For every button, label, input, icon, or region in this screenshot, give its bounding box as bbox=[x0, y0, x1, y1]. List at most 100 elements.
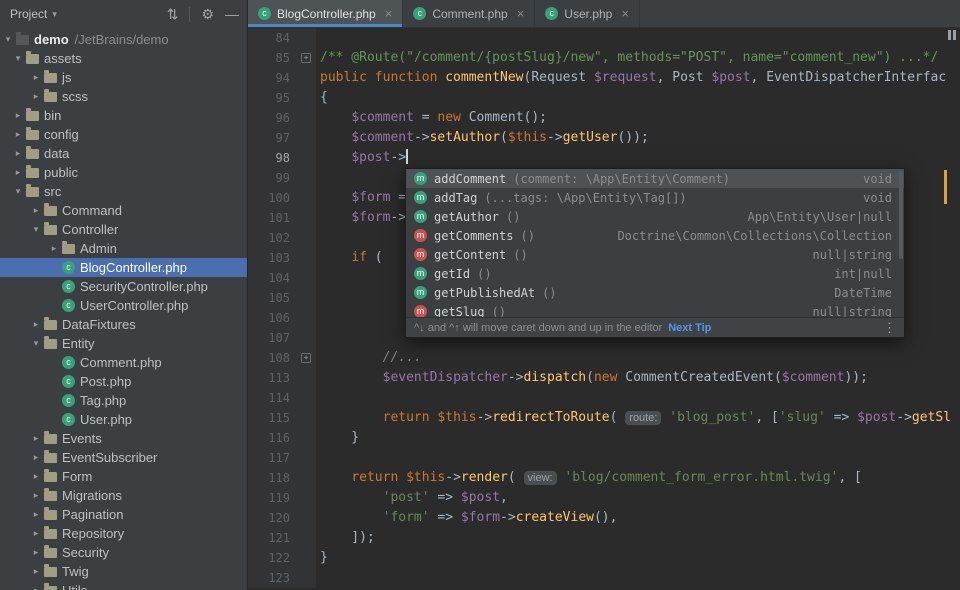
chevron-right-icon[interactable]: ▸ bbox=[28, 467, 44, 486]
code-line-123[interactable]: 123 bbox=[248, 568, 960, 588]
tab-user-php[interactable]: c User.php × bbox=[535, 0, 640, 27]
line-number[interactable]: 121 bbox=[248, 528, 298, 548]
tree-item-utils[interactable]: ▸ Utils bbox=[0, 581, 247, 590]
tree-item-security[interactable]: ▸ Security bbox=[0, 543, 247, 562]
tree-item-post-php[interactable]: c Post.php bbox=[0, 372, 247, 391]
code-line-113[interactable]: 113 $eventDispatcher->dispatch(new Comme… bbox=[248, 368, 960, 388]
code-line-121[interactable]: 121 ]); bbox=[248, 528, 960, 548]
more-options-icon[interactable]: ⋮ bbox=[883, 320, 896, 336]
tree-item-demo[interactable]: ▾ demo/JetBrains/demo bbox=[0, 30, 247, 49]
close-icon[interactable]: × bbox=[621, 6, 629, 21]
line-number[interactable]: 107 bbox=[248, 328, 298, 348]
line-number[interactable]: 101 bbox=[248, 208, 298, 228]
chevron-right-icon[interactable]: ▸ bbox=[28, 543, 44, 562]
line-number[interactable]: 118 bbox=[248, 468, 298, 488]
completion-item-getslug[interactable]: m getSlug () null|string bbox=[406, 302, 904, 317]
project-tree[interactable]: ▾ demo/JetBrains/demo ▾ assets ▸ js ▸ scss ▸ bin ▸… bbox=[0, 28, 247, 590]
code-line-97[interactable]: 97 $comment->setAuthor($this->getUser())… bbox=[248, 128, 960, 148]
code-line-117[interactable]: 117 bbox=[248, 448, 960, 468]
code-line-114[interactable]: 114 bbox=[248, 388, 960, 408]
line-number[interactable]: 84 bbox=[248, 28, 298, 48]
pause-indicator-icon[interactable] bbox=[948, 30, 956, 40]
completion-item-getid[interactable]: m getId () int|null bbox=[406, 264, 904, 283]
code-line-119[interactable]: 119 'post' => $post, bbox=[248, 488, 960, 508]
chevron-right-icon[interactable]: ▸ bbox=[28, 486, 44, 505]
tree-item-bin[interactable]: ▸ bin bbox=[0, 106, 247, 125]
hide-panel-icon[interactable]: — bbox=[225, 7, 239, 21]
tree-item-entity[interactable]: ▾ Entity bbox=[0, 334, 247, 353]
chevron-down-icon[interactable]: ▾ bbox=[10, 49, 26, 68]
code-line-122[interactable]: 122} bbox=[248, 548, 960, 568]
chevron-right-icon[interactable]: ▸ bbox=[28, 429, 44, 448]
line-number[interactable]: 115 bbox=[248, 408, 298, 428]
chevron-right-icon[interactable]: ▸ bbox=[28, 505, 44, 524]
code-line-120[interactable]: 120 'form' => $form->createView(), bbox=[248, 508, 960, 528]
line-number[interactable]: 95 bbox=[248, 88, 298, 108]
chevron-right-icon[interactable]: ▸ bbox=[28, 448, 44, 467]
completion-item-addtag[interactable]: m addTag (...tags: \App\Entity\Tag[]) void bbox=[406, 188, 904, 207]
tree-item-eventsubscriber[interactable]: ▸ EventSubscriber bbox=[0, 448, 247, 467]
completion-item-getcontent[interactable]: m getContent () null|string bbox=[406, 245, 904, 264]
line-number[interactable]: 100 bbox=[248, 188, 298, 208]
code-line-95[interactable]: 95 { bbox=[248, 88, 960, 108]
tree-item-datafixtures[interactable]: ▸ DataFixtures bbox=[0, 315, 247, 334]
line-number[interactable]: 106 bbox=[248, 308, 298, 328]
chevron-right-icon[interactable]: ▸ bbox=[10, 106, 26, 125]
line-number[interactable]: 99 bbox=[248, 168, 298, 188]
tree-item-usercontroller-php[interactable]: c UserController.php bbox=[0, 296, 247, 315]
line-number[interactable]: 117 bbox=[248, 448, 298, 468]
tree-item-blogcontroller-php[interactable]: c BlogController.php bbox=[0, 258, 247, 277]
tree-item-command[interactable]: ▸ Command bbox=[0, 201, 247, 220]
expand-collapse-icon[interactable]: ⇅ bbox=[167, 7, 179, 21]
tree-item-pagination[interactable]: ▸ Pagination bbox=[0, 505, 247, 524]
line-number[interactable]: 102 bbox=[248, 228, 298, 248]
tree-item-scss[interactable]: ▸ scss bbox=[0, 87, 247, 106]
line-number[interactable]: 122 bbox=[248, 548, 298, 568]
code-line-84[interactable]: 84 bbox=[248, 28, 960, 48]
code-editor[interactable]: 84 85 +/** @Route("/comment/{postSlug}/new… bbox=[248, 28, 960, 590]
tree-item-twig[interactable]: ▸ Twig bbox=[0, 562, 247, 581]
line-number[interactable]: 103 bbox=[248, 248, 298, 268]
tree-item-controller[interactable]: ▾ Controller bbox=[0, 220, 247, 239]
chevron-right-icon[interactable]: ▸ bbox=[10, 144, 26, 163]
tree-item-events[interactable]: ▸ Events bbox=[0, 429, 247, 448]
line-number[interactable]: 85 bbox=[248, 48, 298, 68]
tree-item-js[interactable]: ▸ js bbox=[0, 68, 247, 87]
warning-stripe-mark[interactable] bbox=[944, 170, 947, 204]
tree-item-src[interactable]: ▾ src bbox=[0, 182, 247, 201]
code-line-96[interactable]: 96 $comment = new Comment(); bbox=[248, 108, 960, 128]
chevron-right-icon[interactable]: ▸ bbox=[28, 581, 44, 590]
chevron-down-icon[interactable]: ▾ bbox=[28, 220, 44, 239]
chevron-right-icon[interactable]: ▸ bbox=[28, 562, 44, 581]
completion-item-getauthor[interactable]: m getAuthor () App\Entity\User|null bbox=[406, 207, 904, 226]
line-number[interactable]: 119 bbox=[248, 488, 298, 508]
project-view-selector[interactable]: Project ▾ bbox=[10, 7, 57, 21]
chevron-right-icon[interactable]: ▸ bbox=[28, 524, 44, 543]
chevron-down-icon[interactable]: ▾ bbox=[10, 182, 26, 201]
chevron-right-icon[interactable]: ▸ bbox=[28, 201, 44, 220]
tree-item-assets[interactable]: ▾ assets bbox=[0, 49, 247, 68]
tree-item-repository[interactable]: ▸ Repository bbox=[0, 524, 247, 543]
tree-item-user-php[interactable]: c User.php bbox=[0, 410, 247, 429]
line-number[interactable]: 108 bbox=[248, 348, 298, 368]
tab-comment-php[interactable]: c Comment.php × bbox=[403, 0, 536, 27]
completion-list[interactable]: m addComment (comment: \App\Entity\Comment… bbox=[406, 169, 904, 317]
code-line-116[interactable]: 116 } bbox=[248, 428, 960, 448]
line-number[interactable]: 113 bbox=[248, 368, 298, 388]
line-number[interactable]: 123 bbox=[248, 568, 298, 588]
next-tip-link[interactable]: Next Tip bbox=[668, 322, 711, 334]
gear-icon[interactable]: ⚙ bbox=[201, 7, 214, 21]
tree-item-tag-php[interactable]: c Tag.php bbox=[0, 391, 247, 410]
code-line-94[interactable]: 94 public function commentNew(Request $re… bbox=[248, 68, 960, 88]
tree-item-securitycontroller-php[interactable]: c SecurityController.php bbox=[0, 277, 247, 296]
line-number[interactable]: 120 bbox=[248, 508, 298, 528]
close-icon[interactable]: × bbox=[385, 6, 393, 21]
completion-item-getcomments[interactable]: m getComments () Doctrine\Common\Collection… bbox=[406, 226, 904, 245]
tab-blogcontroller-php[interactable]: c BlogController.php × bbox=[248, 0, 404, 27]
chevron-right-icon[interactable]: ▸ bbox=[10, 163, 26, 182]
line-number[interactable]: 96 bbox=[248, 108, 298, 128]
code-line-108[interactable]: 108 + //... bbox=[248, 348, 960, 368]
tree-item-config[interactable]: ▸ config bbox=[0, 125, 247, 144]
code-line-115[interactable]: 115 return $this->redirectToRoute( route… bbox=[248, 408, 960, 428]
close-icon[interactable]: × bbox=[517, 6, 525, 21]
